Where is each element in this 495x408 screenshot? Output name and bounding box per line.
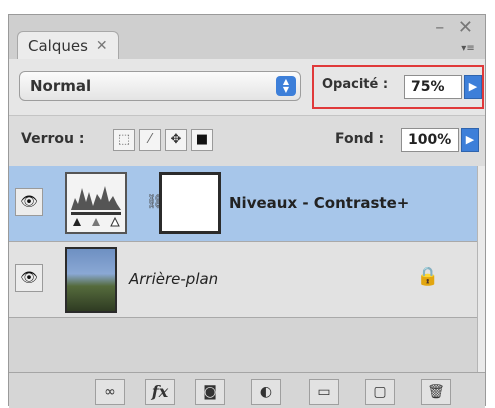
lock-row: Verrou : ⬚ ⁄ ✥ ■ Fond : 100% ▶ [9,115,485,167]
layers-list: 👁 ⛓ Niveaux - Contraste+ 👁 Arrière-plan … [9,166,485,372]
lock-label: Verrou : [21,131,85,147]
tab-label: Calques [28,36,88,55]
lock-position-move-icon[interactable]: ✥ [165,129,187,151]
opacity-label: Opacité : [322,77,389,92]
fill-label: Fond : [335,131,385,147]
close-icon[interactable]: ✕ [96,38,108,54]
layer-style-fx-icon[interactable]: fx [145,379,175,405]
background-image-thumbnail[interactable] [65,247,117,313]
panel-tab-strip: Calques ✕ – ✕ ▾≡ [9,15,485,60]
layer-row-levels[interactable]: 👁 ⛓ Niveaux - Contraste+ [9,166,477,242]
tab-layers[interactable]: Calques ✕ [17,31,119,59]
layer-mask-thumbnail[interactable] [159,172,221,234]
blend-mode-value: Normal [30,77,92,95]
opacity-slider-arrow-icon[interactable]: ▶ [464,75,482,99]
lock-transparency-icon[interactable]: ⬚ [113,129,135,151]
layer-name[interactable]: Arrière-plan [129,270,218,288]
opacity-input[interactable]: 75% [404,75,462,99]
layer-row-background[interactable]: 👁 Arrière-plan 🔒 [9,242,477,318]
chevron-updown-icon[interactable]: ▲ ▼ [276,76,296,96]
new-group-folder-icon[interactable]: ▭ [309,379,339,405]
fill-slider-arrow-icon[interactable]: ▶ [461,128,479,152]
lock-all-padlock-icon[interactable]: ■ [191,129,213,151]
panel-menu-icon[interactable]: ▾≡ [457,42,479,56]
lock-pixels-brush-icon[interactable]: ⁄ [139,129,161,151]
add-mask-icon[interactable]: ◙ [195,379,225,405]
fill-input[interactable]: 100% [401,128,459,152]
layers-panel: Calques ✕ – ✕ ▾≡ Normal ▲ ▼ Opacité : 75%… [8,14,486,408]
new-layer-icon[interactable]: ▢ [365,379,395,405]
link-layers-icon[interactable]: ∞ [95,379,125,405]
visibility-eye-icon[interactable]: 👁 [15,264,43,292]
padlock-icon: 🔒 [416,266,439,287]
layer-name[interactable]: Niveaux - Contraste+ [229,194,409,212]
blend-row: Normal ▲ ▼ Opacité : 75% ▶ [9,59,485,115]
adjustment-layer-icon[interactable]: ◐ [251,379,281,405]
visibility-eye-icon[interactable]: 👁 [15,188,43,216]
window-controls[interactable]: – ✕ [435,17,477,38]
trash-icon[interactable]: 🗑 [421,379,451,405]
blend-mode-select[interactable]: Normal ▲ ▼ [19,71,301,101]
layers-scrollbar[interactable] [477,166,485,372]
adjustment-thumbnail-histogram-icon[interactable] [65,172,127,234]
layers-bottom-toolbar: ∞ fx ◙ ◐ ▭ ▢ 🗑 [9,372,485,408]
